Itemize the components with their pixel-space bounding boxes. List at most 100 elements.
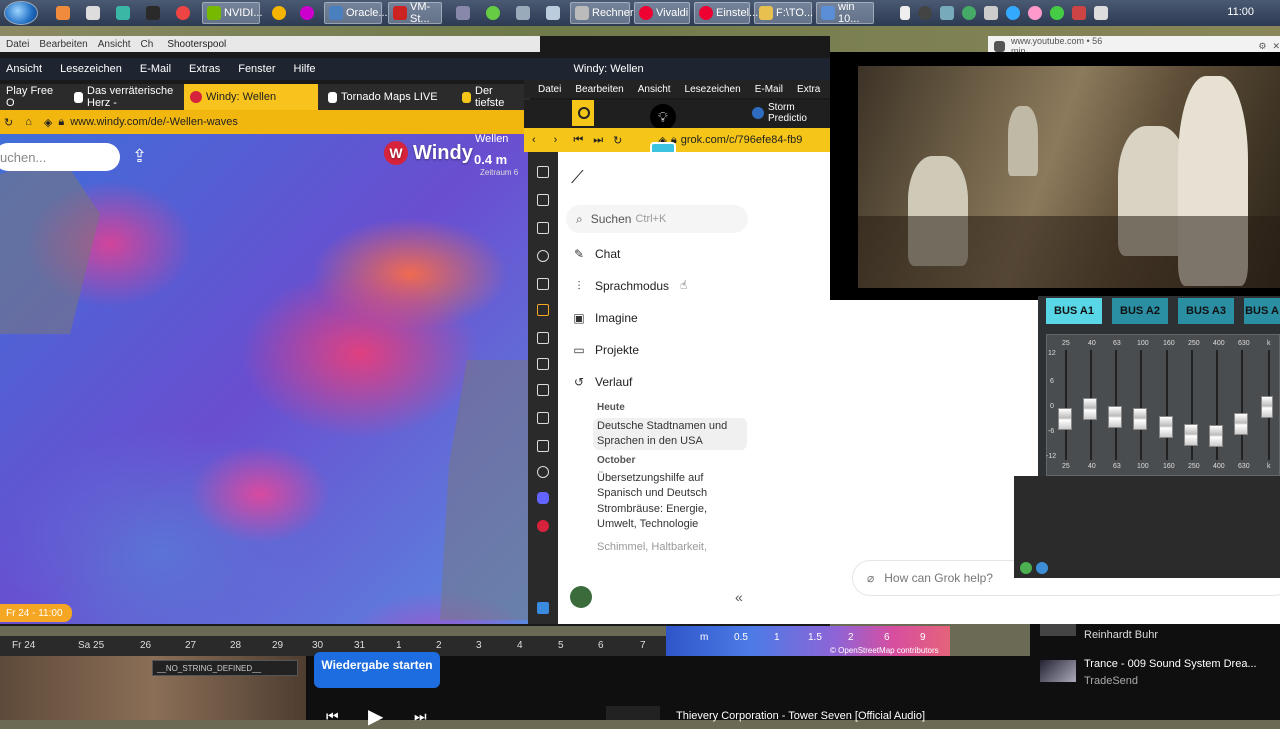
tab-das-verraeterische-herz[interactable]: Das verräterische Herz - — [68, 84, 182, 110]
tray-color-icon[interactable] — [1028, 6, 1042, 20]
reload-icon[interactable]: ↻ — [4, 116, 13, 129]
settings-icon[interactable]: ⚙ — [1258, 41, 1266, 52]
eq-fader[interactable] — [1234, 413, 1248, 435]
taskbar-item-terminal[interactable] — [112, 2, 134, 24]
taskbar-item-monitor[interactable] — [512, 2, 534, 24]
next-icon[interactable]: ⏭︎ — [414, 708, 427, 725]
grok-address-bar[interactable]: ‹ › ⏮︎ ⏭︎ ↻ ◈ 🔒︎ grok.com/c/796efe84-fb9 — [524, 128, 830, 152]
timeline-day[interactable]: 29 — [272, 640, 283, 651]
tab-storm-prediction[interactable]: Storm Predictio — [746, 100, 832, 126]
contacts-icon[interactable] — [537, 466, 549, 478]
taskbar-item-ftotal[interactable]: F:\TO... — [754, 2, 813, 24]
map-search-input[interactable]: uchen... — [0, 143, 120, 171]
timeline-day[interactable]: 4 — [517, 640, 523, 651]
attach-icon[interactable]: ⌀ — [867, 571, 874, 585]
reading-icon[interactable] — [537, 194, 549, 206]
grok-search[interactable]: ⌕ Suchen Ctrl+K — [566, 205, 748, 233]
menu-email[interactable]: E-Mail — [140, 63, 171, 75]
calendar-icon[interactable] — [537, 384, 549, 396]
window-icon[interactable] — [537, 304, 549, 316]
video-thumbnail[interactable] — [1040, 624, 1076, 636]
avatar[interactable] — [570, 586, 592, 608]
taskbar-item-nvidia[interactable]: NVIDI... — [202, 2, 263, 24]
taskbar-item-chrome2[interactable] — [268, 2, 290, 24]
first-icon[interactable]: ⏮︎ — [573, 134, 583, 147]
url-text[interactable]: www.windy.com/de/-Wellen-waves — [70, 116, 238, 128]
now-playing-title[interactable]: Thievery Corporation - Tower Seven [Offi… — [676, 710, 925, 722]
feed-icon[interactable] — [537, 440, 549, 452]
clock[interactable]: 11:00 — [1227, 6, 1254, 18]
grok-logo-icon[interactable]: ⟋ — [571, 167, 584, 188]
eq-fader[interactable] — [1058, 408, 1072, 430]
timeline-day[interactable]: 26 — [140, 640, 151, 651]
share-icon[interactable]: ⇪ — [132, 146, 147, 167]
recommendation-title[interactable]: Trance - 009 Sound System Drea... — [1084, 658, 1257, 670]
history-item[interactable]: Strombräuse: Energie, Umwelt, Technologi… — [597, 502, 747, 532]
timeline-day[interactable]: 6 — [598, 640, 604, 651]
taskbar-item-app[interactable] — [296, 2, 318, 24]
history-item[interactable]: Übersetzungshilfe auf Spanisch und Deuts… — [597, 471, 747, 501]
lightbulb-icon[interactable]: 💡︎ — [650, 104, 676, 130]
menu-extras[interactable]: Extras — [189, 63, 220, 75]
timeline-day[interactable]: 2 — [436, 640, 442, 651]
video-frame[interactable] — [858, 66, 1280, 288]
history-item[interactable]: Deutsche Stadtnamen und Sprachen in den … — [597, 419, 747, 449]
previous-icon[interactable]: ⏮︎ — [326, 708, 339, 725]
shooterspool-title[interactable]: Shooterspool — [167, 39, 226, 50]
nav-projekte[interactable]: ▭ Projekte — [572, 343, 639, 357]
taskbar-item-edit[interactable] — [82, 2, 104, 24]
taskbar-item-einstel[interactable]: Einstel... — [694, 2, 758, 24]
notes-icon[interactable] — [537, 278, 549, 290]
menu-hilfe[interactable]: Hilfe — [294, 63, 316, 75]
timeline-day[interactable]: 1 — [396, 640, 402, 651]
timeline-day[interactable]: 3 — [476, 640, 482, 651]
steam-icon[interactable] — [962, 6, 976, 20]
vivaldi-icon[interactable] — [537, 520, 549, 532]
nav-chat[interactable]: ✎ Chat — [572, 247, 620, 261]
bus-a3-button[interactable]: BUS A3 — [1178, 298, 1234, 324]
history-item[interactable]: Schimmel, Haltbarkeit, — [597, 540, 747, 555]
taskbar-item-rechner[interactable]: Rechner — [570, 2, 634, 24]
taskbar-item-oracle[interactable]: Oracle... — [324, 2, 388, 24]
volume-icon[interactable] — [900, 6, 910, 20]
timeline-day[interactable]: 7 — [640, 640, 646, 651]
collapse-sidebar-button[interactable]: « — [735, 589, 743, 605]
tab-windy-wellen[interactable]: Windy: Wellen — [184, 84, 318, 110]
menu-fenster[interactable]: Fenster — [238, 63, 275, 75]
tab-play-free[interactable]: Play Free O — [0, 84, 66, 110]
bus-a4-button[interactable]: BUS A — [1244, 298, 1280, 324]
bus-a2-button[interactable]: BUS A2 — [1112, 298, 1168, 324]
taskbar-item-folder[interactable] — [52, 2, 74, 24]
timeline-day[interactable]: 28 — [230, 640, 241, 651]
back-icon[interactable]: ‹ — [532, 134, 536, 146]
menu-lesezeichen[interactable]: Lesezeichen — [685, 84, 741, 95]
menu-lesezeichen[interactable]: Lesezeichen — [60, 63, 122, 75]
taskbar-item-vivaldi[interactable]: Vivaldi — [634, 2, 690, 24]
layer-label[interactable]: Wellen — [475, 133, 508, 145]
eq-fader[interactable] — [1184, 424, 1198, 446]
taskbar-item-image[interactable] — [542, 2, 564, 24]
record-icon[interactable] — [1036, 562, 1048, 574]
play-icon[interactable] — [1020, 562, 1032, 574]
eq-fader[interactable] — [1209, 425, 1223, 447]
menu-ansicht[interactable]: Ansicht — [638, 84, 671, 95]
taskbar-item-vm[interactable]: VM-St... — [388, 1, 442, 25]
network-tray-icon[interactable] — [940, 6, 954, 20]
mail-icon[interactable] — [537, 358, 549, 370]
menu-extra[interactable]: Extra — [797, 84, 820, 95]
taskbar-item-globe[interactable] — [482, 2, 504, 24]
video-thumbnail[interactable] — [1040, 660, 1076, 682]
tray-red-icon[interactable] — [1072, 6, 1086, 20]
eq-fader[interactable] — [1261, 396, 1273, 418]
menu-bearbeiten[interactable]: Bearbeiten — [39, 39, 87, 50]
timeline-day[interactable]: Sa 25 — [78, 640, 104, 651]
tray-blue-icon[interactable] — [1006, 6, 1020, 20]
eq-fader[interactable] — [1159, 416, 1173, 438]
nav-imagine[interactable]: ▣ Imagine — [572, 311, 637, 325]
eq-fader[interactable] — [1108, 406, 1122, 428]
tab-der-tiefste[interactable]: Der tiefste — [456, 84, 530, 110]
taskbar-item-network[interactable] — [452, 2, 474, 24]
timeline-day[interactable]: 5 — [558, 640, 564, 651]
download-icon[interactable] — [537, 222, 549, 234]
tray-app-icon[interactable] — [918, 6, 932, 20]
